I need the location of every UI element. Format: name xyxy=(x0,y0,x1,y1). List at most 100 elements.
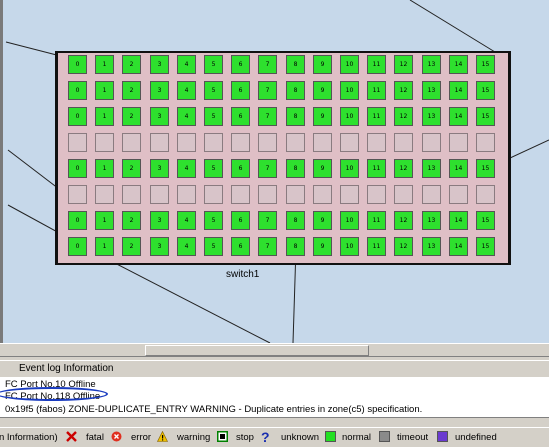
port-icon[interactable]: 8 xyxy=(286,81,305,100)
port-icon[interactable]: 8 xyxy=(286,55,305,74)
port-icon[interactable] xyxy=(476,185,495,204)
port-icon[interactable]: 0 xyxy=(68,237,87,256)
port-icon[interactable]: 13 xyxy=(422,107,441,126)
port-icon[interactable]: 2 xyxy=(122,159,141,178)
port-icon[interactable]: 6 xyxy=(231,55,250,74)
port-icon[interactable]: 4 xyxy=(177,211,196,230)
port-icon[interactable]: 8 xyxy=(286,159,305,178)
port-icon[interactable]: 8 xyxy=(286,237,305,256)
switch-box[interactable]: 0 1 2 3 4 5 6 7 8 9 10 11 12 13 14 15 0 1 2 3 4 5 6 7 8 9 10 11 12 13… xyxy=(55,51,511,265)
port-icon[interactable]: 14 xyxy=(449,237,468,256)
port-icon[interactable] xyxy=(177,133,196,152)
port-icon[interactable] xyxy=(231,133,250,152)
port-icon[interactable]: 6 xyxy=(231,107,250,126)
port-icon[interactable]: 1 xyxy=(95,107,114,126)
port-icon[interactable]: 11 xyxy=(367,211,386,230)
port-icon[interactable]: 6 xyxy=(231,237,250,256)
port-icon[interactable] xyxy=(313,185,332,204)
port-icon[interactable]: 12 xyxy=(394,81,413,100)
port-icon[interactable] xyxy=(340,133,359,152)
port-icon[interactable]: 3 xyxy=(150,81,169,100)
port-icon[interactable]: 2 xyxy=(122,107,141,126)
port-icon[interactable] xyxy=(476,133,495,152)
port-icon[interactable]: 11 xyxy=(367,237,386,256)
port-icon[interactable] xyxy=(177,185,196,204)
port-icon[interactable] xyxy=(422,133,441,152)
port-icon[interactable]: 10 xyxy=(340,55,359,74)
port-icon[interactable]: 13 xyxy=(422,159,441,178)
port-icon[interactable] xyxy=(449,133,468,152)
port-icon[interactable] xyxy=(422,185,441,204)
port-icon[interactable]: 14 xyxy=(449,159,468,178)
port-icon[interactable]: 10 xyxy=(340,159,359,178)
port-icon[interactable] xyxy=(367,133,386,152)
port-icon[interactable] xyxy=(258,185,277,204)
topology-canvas[interactable]: 0 1 2 3 4 5 6 7 8 9 10 11 12 13 14 15 0 1 2 3 4 5 6 7 8 9 10 11 12 13… xyxy=(0,0,549,343)
port-icon[interactable] xyxy=(231,185,250,204)
port-icon[interactable]: 1 xyxy=(95,55,114,74)
port-icon[interactable]: 3 xyxy=(150,107,169,126)
port-icon[interactable]: 15 xyxy=(476,81,495,100)
port-icon[interactable]: 1 xyxy=(95,159,114,178)
port-icon[interactable] xyxy=(150,185,169,204)
port-icon[interactable]: 2 xyxy=(122,211,141,230)
port-icon[interactable] xyxy=(313,133,332,152)
port-icon[interactable]: 1 xyxy=(95,237,114,256)
port-icon[interactable]: 11 xyxy=(367,159,386,178)
port-icon[interactable]: 13 xyxy=(422,55,441,74)
port-icon[interactable]: 15 xyxy=(476,159,495,178)
port-icon[interactable] xyxy=(286,185,305,204)
port-icon[interactable]: 5 xyxy=(204,81,223,100)
port-icon[interactable]: 14 xyxy=(449,107,468,126)
port-icon[interactable]: 15 xyxy=(476,237,495,256)
port-icon[interactable]: 12 xyxy=(394,107,413,126)
port-icon[interactable]: 4 xyxy=(177,159,196,178)
port-icon[interactable]: 13 xyxy=(422,237,441,256)
port-icon[interactable]: 10 xyxy=(340,237,359,256)
port-icon[interactable]: 12 xyxy=(394,237,413,256)
port-icon[interactable]: 11 xyxy=(367,55,386,74)
port-icon[interactable]: 9 xyxy=(313,211,332,230)
port-icon[interactable] xyxy=(394,185,413,204)
port-icon[interactable] xyxy=(449,185,468,204)
port-icon[interactable] xyxy=(340,185,359,204)
port-icon[interactable]: 7 xyxy=(258,237,277,256)
port-icon[interactable]: 4 xyxy=(177,237,196,256)
port-icon[interactable]: 9 xyxy=(313,81,332,100)
port-icon[interactable]: 6 xyxy=(231,81,250,100)
port-icon[interactable] xyxy=(258,133,277,152)
port-icon[interactable] xyxy=(204,185,223,204)
port-icon[interactable] xyxy=(95,185,114,204)
port-icon[interactable]: 14 xyxy=(449,211,468,230)
port-icon[interactable]: 5 xyxy=(204,55,223,74)
port-icon[interactable]: 15 xyxy=(476,211,495,230)
scrollbar-thumb[interactable] xyxy=(145,345,369,356)
port-icon[interactable] xyxy=(68,185,87,204)
port-icon[interactable]: 12 xyxy=(394,55,413,74)
port-icon[interactable]: 9 xyxy=(313,107,332,126)
port-icon[interactable]: 15 xyxy=(476,55,495,74)
port-icon[interactable]: 9 xyxy=(313,55,332,74)
port-icon[interactable]: 1 xyxy=(95,211,114,230)
port-icon[interactable]: 11 xyxy=(367,81,386,100)
port-icon[interactable]: 9 xyxy=(313,159,332,178)
port-icon[interactable]: 3 xyxy=(150,211,169,230)
port-icon[interactable]: 0 xyxy=(68,159,87,178)
port-icon[interactable]: 14 xyxy=(449,55,468,74)
port-icon[interactable] xyxy=(122,133,141,152)
port-icon[interactable]: 0 xyxy=(68,55,87,74)
port-icon[interactable] xyxy=(68,133,87,152)
port-icon[interactable]: 0 xyxy=(68,211,87,230)
port-icon[interactable] xyxy=(286,133,305,152)
port-icon[interactable]: 8 xyxy=(286,107,305,126)
port-icon[interactable]: 7 xyxy=(258,81,277,100)
port-icon[interactable]: 7 xyxy=(258,107,277,126)
port-icon[interactable]: 3 xyxy=(150,159,169,178)
port-icon[interactable]: 12 xyxy=(394,211,413,230)
port-icon[interactable]: 0 xyxy=(68,107,87,126)
port-icon[interactable] xyxy=(95,133,114,152)
port-icon[interactable]: 2 xyxy=(122,55,141,74)
port-icon[interactable]: 2 xyxy=(122,237,141,256)
port-icon[interactable]: 6 xyxy=(231,159,250,178)
port-icon[interactable]: 10 xyxy=(340,81,359,100)
